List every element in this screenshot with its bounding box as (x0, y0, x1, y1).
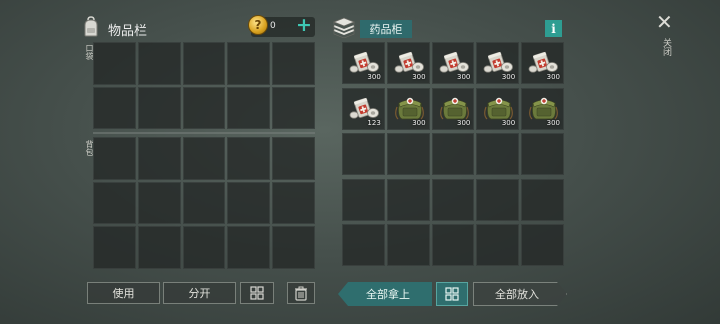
medkit-bag-icon (438, 93, 471, 121)
cabinet-slot[interactable]: 300 (431, 87, 475, 130)
bandage-icon (527, 47, 560, 75)
medkit-bag-icon (393, 93, 426, 121)
backpack-slot[interactable] (272, 137, 315, 180)
backpack-icon (84, 16, 98, 37)
cabinet-slot[interactable]: 300 (431, 42, 475, 84)
backpack-slot[interactable] (182, 226, 226, 269)
cabinet-slot[interactable] (521, 178, 564, 221)
backpack-slot[interactable] (182, 137, 226, 180)
backpack-slot[interactable] (227, 181, 271, 225)
cabinet-slot[interactable]: 123 (342, 87, 385, 130)
pocket-slot[interactable] (93, 42, 136, 85)
pocket-grid (93, 42, 315, 129)
section-divider (93, 132, 315, 134)
sort-grid-icon (250, 286, 264, 300)
pocket-slot[interactable] (227, 86, 271, 129)
backpack-slot[interactable] (272, 226, 315, 269)
pocket-slot[interactable] (182, 42, 226, 85)
pocket-slot[interactable] (137, 42, 181, 85)
bandage-icon (393, 47, 426, 75)
cabinet-slot[interactable] (386, 133, 430, 176)
bandage-icon (438, 47, 471, 75)
pocket-slot[interactable] (272, 86, 315, 129)
backpack-slot[interactable] (137, 181, 181, 225)
add-coins-button[interactable]: + (296, 16, 312, 35)
backpack-slot[interactable] (93, 226, 136, 269)
cabinet-slot[interactable]: 300 (342, 42, 385, 84)
cabinet-slot[interactable] (342, 133, 385, 176)
cabinet-slot[interactable] (431, 178, 475, 221)
cabinet-slot[interactable] (342, 224, 385, 267)
info-button[interactable]: i (545, 20, 562, 37)
cabinet-slot[interactable] (431, 224, 475, 267)
pocket-slot[interactable] (227, 42, 271, 85)
backpack-slot[interactable] (137, 137, 181, 180)
item-quantity: 300 (412, 73, 426, 81)
cabinet-slot[interactable]: 300 (386, 42, 430, 84)
close-icon[interactable]: ✕ (656, 12, 673, 32)
backpack-slot[interactable] (227, 137, 271, 180)
trash-icon (295, 286, 307, 301)
gold-coin-icon: ? (248, 15, 268, 35)
cabinet-slot[interactable]: 300 (476, 42, 520, 84)
cabinet-slot[interactable] (386, 224, 430, 267)
sort-cabinet-button[interactable] (436, 282, 468, 306)
cabinet-slot[interactable] (386, 178, 430, 221)
use-button[interactable]: 使用 (87, 282, 160, 304)
medkit-bag-icon (527, 93, 560, 121)
item-quantity: 300 (412, 118, 426, 127)
backpack-slot[interactable] (182, 181, 226, 225)
cabinet-slot[interactable] (476, 133, 520, 176)
close-label[interactable]: 关闭 (661, 38, 671, 56)
bandage-icon (348, 47, 381, 75)
coin-count: 0 (270, 21, 276, 31)
cabinet-slot[interactable]: 300 (386, 87, 430, 130)
item-quantity: 300 (501, 73, 516, 81)
discard-button[interactable] (287, 282, 315, 304)
bandage-icon (482, 47, 515, 75)
pocket-slot[interactable] (272, 42, 315, 85)
item-quantity: 300 (546, 118, 560, 127)
cabinet-slot[interactable]: 300 (521, 42, 564, 84)
backpack-slot[interactable] (272, 181, 315, 225)
medkit-bag-icon (482, 93, 515, 121)
pocket-slot[interactable] (93, 86, 136, 129)
cabinet-slot[interactable] (342, 178, 385, 221)
inventory-title: 物品栏 (108, 24, 148, 39)
item-quantity: 300 (457, 73, 471, 81)
bandage-icon (348, 93, 381, 121)
sort-grid-icon (445, 287, 459, 301)
cabinet-slot[interactable]: 300 (476, 87, 520, 130)
backpack-slot[interactable] (137, 226, 181, 269)
take-all-button[interactable]: 全部拿上 (338, 282, 432, 306)
backpack-slot[interactable] (227, 226, 271, 269)
cabinet-slot[interactable] (431, 133, 475, 176)
item-quantity: 300 (367, 73, 381, 81)
pocket-slot[interactable] (182, 86, 226, 129)
cabinet-slot[interactable] (521, 224, 564, 267)
pocket-slot[interactable] (137, 86, 181, 129)
backpack-grid (93, 137, 315, 269)
item-quantity: 300 (501, 118, 516, 127)
sort-inventory-button[interactable] (240, 282, 274, 304)
backpack-slot[interactable] (93, 181, 136, 225)
put-all-button[interactable]: 全部放入 (473, 282, 567, 306)
cabinet-icon (332, 17, 356, 38)
cabinet-slot[interactable]: 300 (521, 87, 564, 130)
cabinet-slot[interactable] (476, 224, 520, 267)
backpack-slot[interactable] (93, 137, 136, 180)
item-quantity: 123 (367, 118, 381, 127)
cabinet-title: 药品柜 (360, 20, 412, 38)
item-quantity: 300 (457, 118, 471, 127)
item-quantity: 300 (546, 73, 560, 81)
cabinet-slot[interactable] (521, 133, 564, 176)
cabinet-grid: 300 300 300 300 300 123 300 300 300 300 (342, 42, 564, 268)
cabinet-slot[interactable] (476, 178, 520, 221)
split-button[interactable]: 分开 (163, 282, 236, 304)
